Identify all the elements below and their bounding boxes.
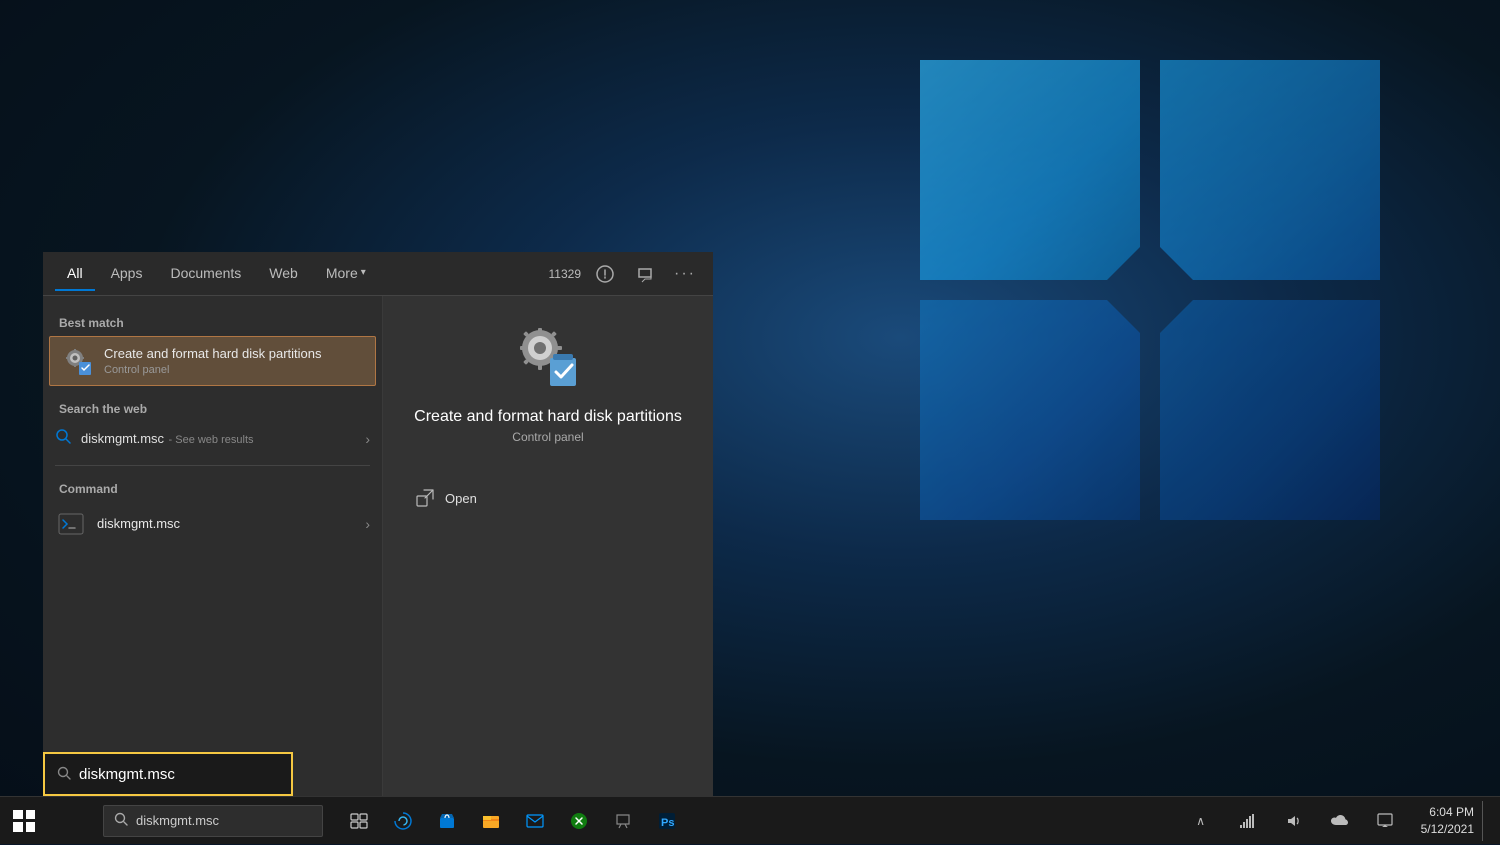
right-app-subtitle: Control panel bbox=[512, 430, 583, 444]
web-search-see: - See web results bbox=[169, 434, 254, 446]
start-menu: All Apps Documents Web More ▾ 11329 bbox=[43, 252, 713, 796]
search-web-label: Search the web bbox=[43, 394, 382, 420]
right-panel: Create and format hard disk partitions C… bbox=[383, 296, 713, 796]
system-tray-icons: ∧ bbox=[1173, 801, 1413, 841]
best-match-title: Create and format hard disk partitions bbox=[104, 346, 363, 363]
show-hidden-icons[interactable]: ∧ bbox=[1181, 801, 1221, 841]
chevron-down-icon: ▾ bbox=[361, 267, 366, 278]
svg-text:Ps: Ps bbox=[661, 817, 674, 829]
command-icon bbox=[55, 508, 87, 540]
onedrive-icon[interactable] bbox=[1319, 801, 1359, 841]
feedback-icon[interactable] bbox=[629, 258, 661, 290]
left-panel: Best match bbox=[43, 296, 383, 796]
open-label: Open bbox=[445, 491, 477, 506]
tab-more[interactable]: More ▾ bbox=[314, 257, 378, 291]
web-search-text: diskmgmt.msc - See web results bbox=[81, 430, 351, 448]
open-action[interactable]: Open bbox=[403, 480, 693, 516]
best-match-subtitle: Control panel bbox=[104, 364, 363, 376]
volume-icon[interactable] bbox=[1273, 801, 1313, 841]
search-content: Best match bbox=[43, 296, 713, 796]
search-tabs: All Apps Documents Web More ▾ 11329 bbox=[43, 252, 713, 296]
more-options-icon[interactable]: ··· bbox=[669, 258, 701, 290]
best-match-label: Best match bbox=[43, 308, 382, 334]
search-badge: 11329 bbox=[549, 267, 581, 281]
section-separator bbox=[55, 465, 370, 466]
web-search-arrow: › bbox=[365, 431, 370, 447]
mail-button[interactable] bbox=[515, 801, 555, 841]
open-icon bbox=[415, 488, 435, 508]
command-item[interactable]: diskmgmt.msc › bbox=[43, 500, 382, 548]
right-actions: Open bbox=[403, 468, 693, 516]
show-desktop-button[interactable] bbox=[1482, 801, 1488, 841]
network-icon[interactable] bbox=[1227, 801, 1267, 841]
windows-logo bbox=[13, 810, 35, 832]
taskbar-search-text: diskmgmt.msc bbox=[136, 813, 219, 828]
tab-web[interactable]: Web bbox=[257, 257, 310, 291]
best-match-item[interactable]: Create and format hard disk partitions C… bbox=[49, 336, 376, 386]
tab-right-area: 11329 ··· bbox=[549, 258, 701, 290]
xbox-button[interactable] bbox=[559, 801, 599, 841]
command-text: diskmgmt.msc bbox=[97, 516, 361, 533]
right-app-icon bbox=[512, 320, 584, 392]
clock-date: 5/12/2021 bbox=[1421, 821, 1474, 838]
taskbar-icons: Ps bbox=[339, 801, 687, 841]
right-app-title: Create and format hard disk partitions bbox=[414, 408, 682, 426]
taskbar-clock[interactable]: 6:04 PM 5/12/2021 bbox=[1421, 804, 1474, 838]
edge-browser-button[interactable] bbox=[383, 801, 423, 841]
snip-tool-button[interactable] bbox=[603, 801, 643, 841]
taskbar-right: ∧ bbox=[1173, 801, 1500, 841]
file-explorer-button[interactable] bbox=[471, 801, 511, 841]
store-button[interactable] bbox=[427, 801, 467, 841]
tab-all[interactable]: All bbox=[55, 257, 95, 291]
command-arrow: › bbox=[365, 516, 370, 532]
web-search-item[interactable]: diskmgmt.msc - See web results › bbox=[43, 420, 382, 457]
action-center-icon[interactable] bbox=[1365, 801, 1405, 841]
clock-time: 6:04 PM bbox=[1421, 804, 1474, 821]
command-title: diskmgmt.msc bbox=[97, 516, 361, 533]
search-box-icon bbox=[57, 766, 71, 783]
web-search-icon bbox=[55, 428, 71, 449]
disk-mgmt-icon bbox=[62, 345, 94, 377]
photoshop-button[interactable]: Ps bbox=[647, 801, 687, 841]
cortana-icon[interactable] bbox=[589, 258, 621, 290]
command-label: Command bbox=[43, 474, 382, 500]
taskbar-search-icon bbox=[114, 812, 128, 829]
taskbar-search[interactable]: diskmgmt.msc bbox=[103, 805, 323, 837]
taskbar: diskmgmt.msc bbox=[0, 796, 1500, 844]
tab-apps[interactable]: Apps bbox=[99, 257, 155, 291]
web-search-query: diskmgmt.msc bbox=[81, 431, 164, 446]
tab-documents[interactable]: Documents bbox=[158, 257, 253, 291]
search-box-value: diskmgmt.msc bbox=[79, 766, 175, 783]
task-view-button[interactable] bbox=[339, 801, 379, 841]
search-box[interactable]: diskmgmt.msc bbox=[43, 752, 293, 796]
best-match-text: Create and format hard disk partitions C… bbox=[104, 346, 363, 376]
start-button[interactable] bbox=[0, 797, 48, 845]
